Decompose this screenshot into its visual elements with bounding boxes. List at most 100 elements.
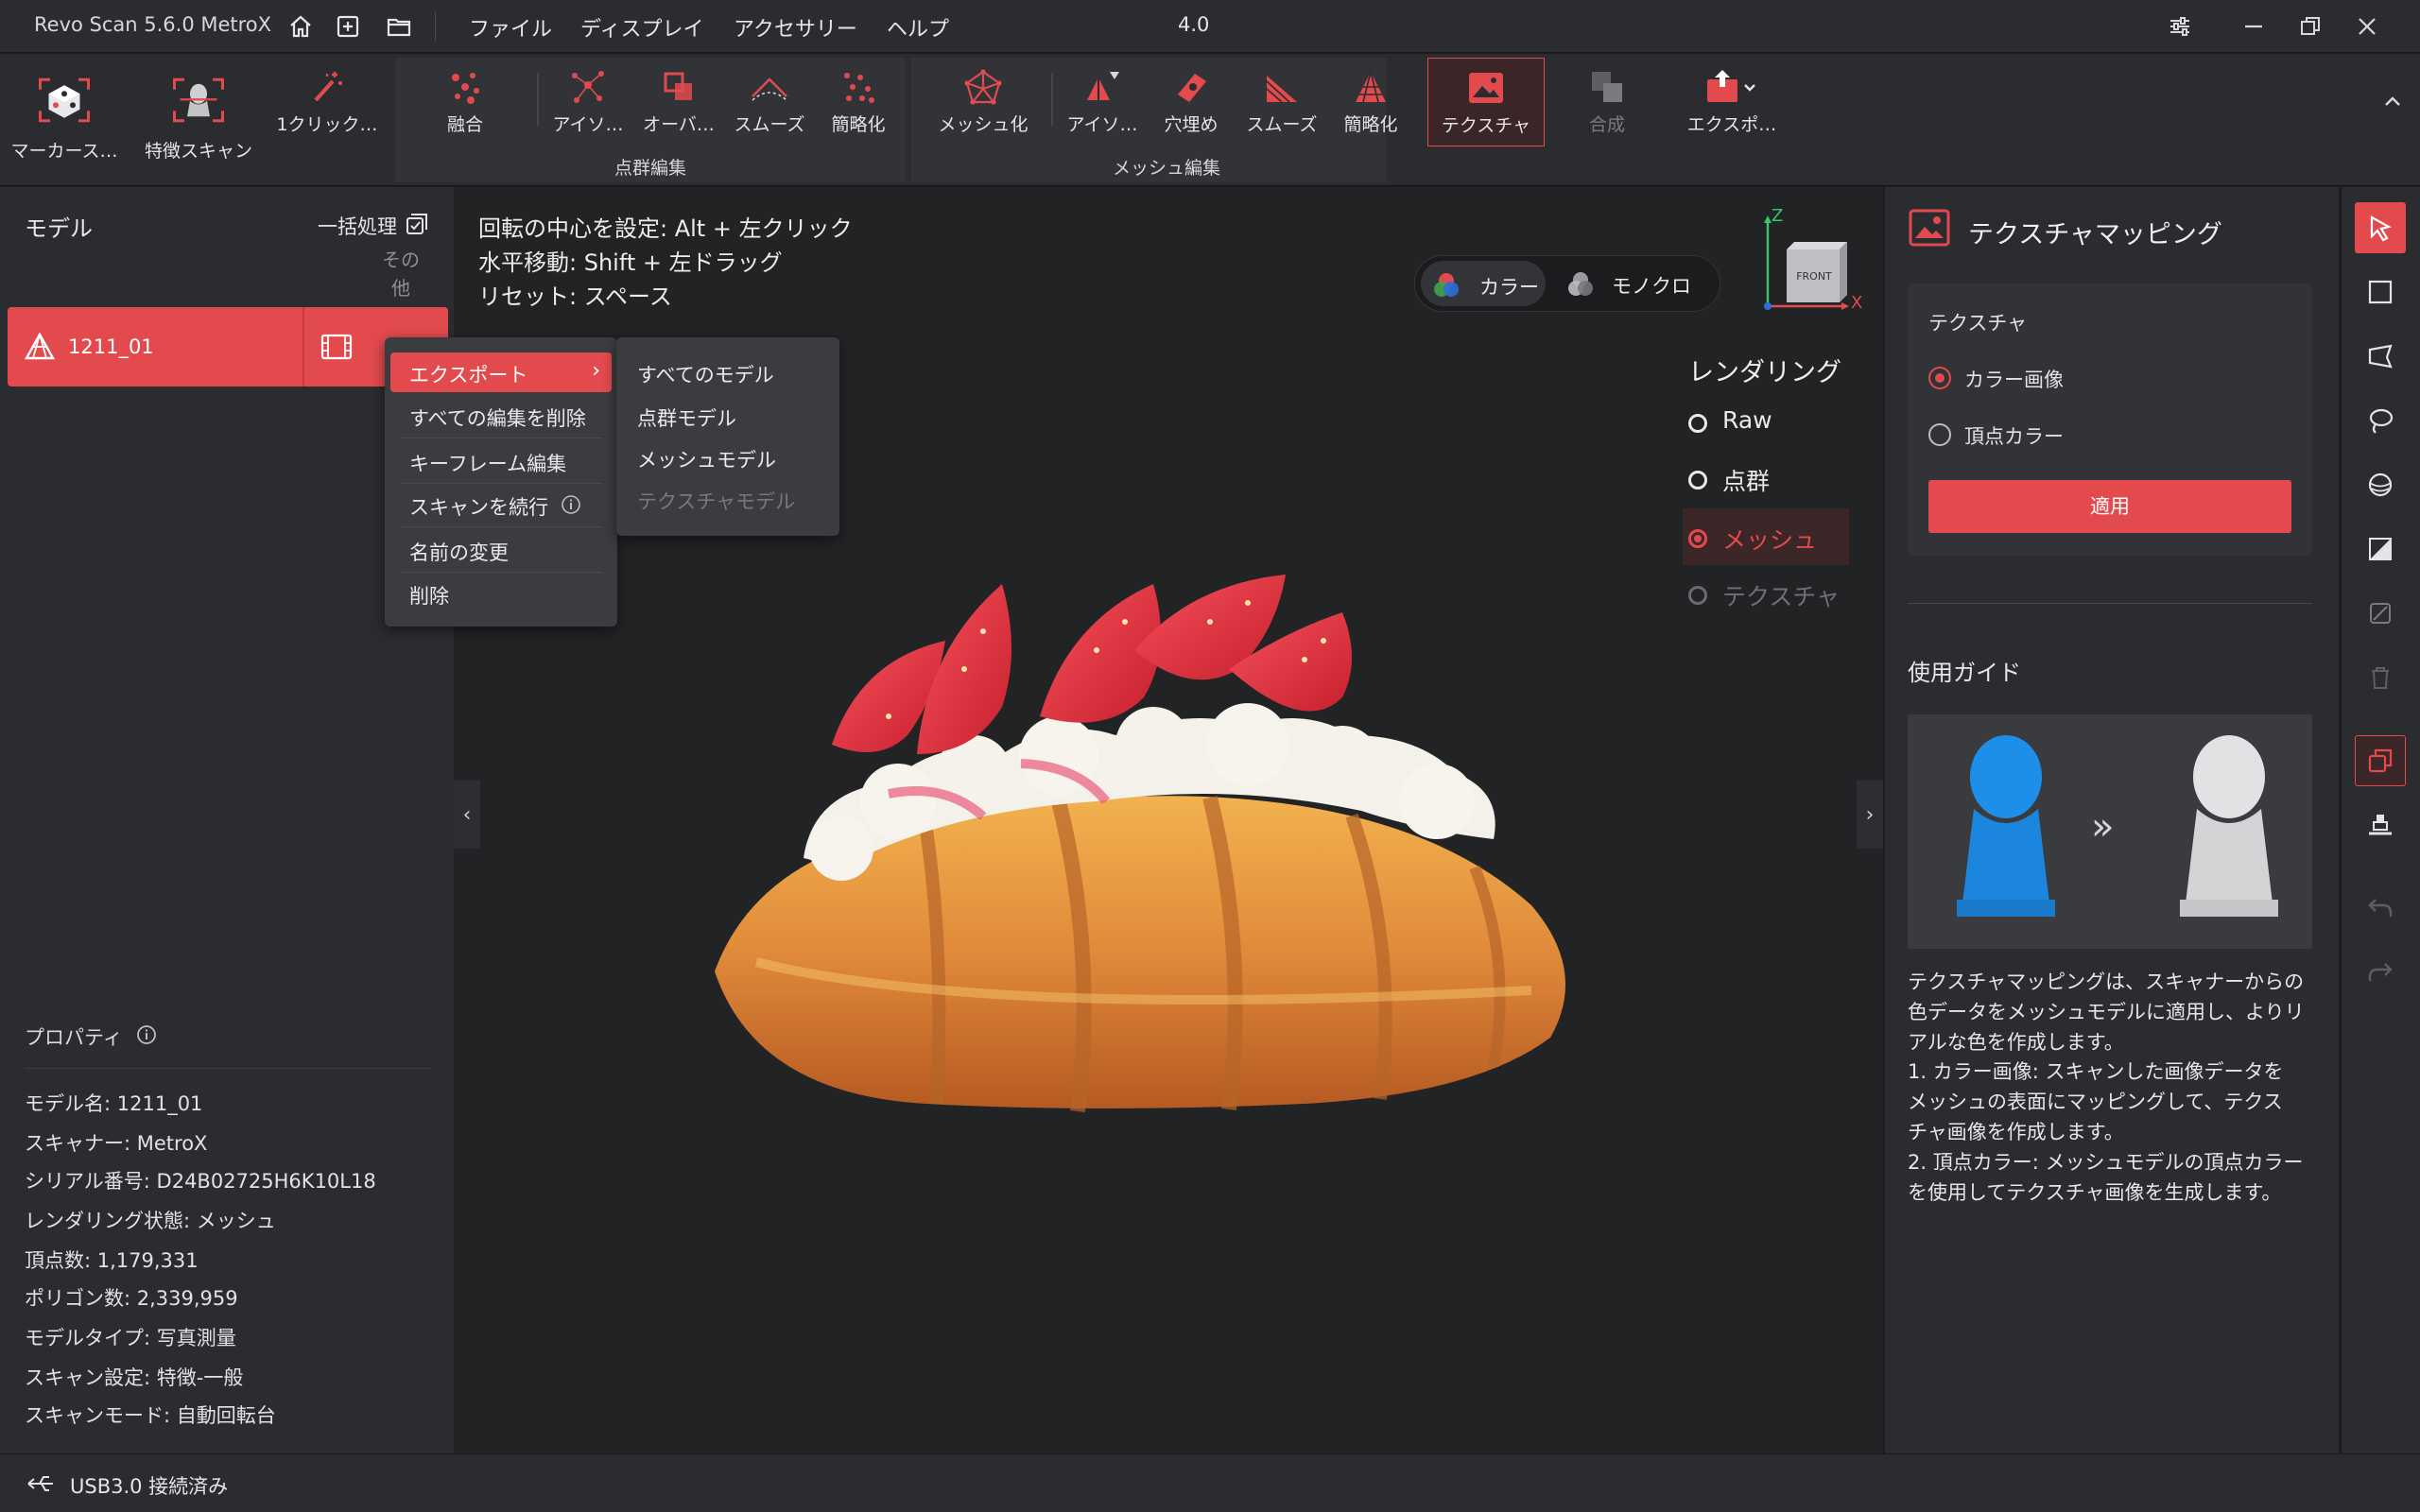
redo-icon[interactable] bbox=[2355, 947, 2406, 998]
right-panel-divider bbox=[1908, 603, 2312, 604]
menu-display[interactable]: ディスプレイ bbox=[580, 12, 703, 43]
radio-texture bbox=[1688, 586, 1707, 605]
mono-mode-label[interactable]: モノクロ bbox=[1612, 271, 1691, 300]
lasso-icon[interactable] bbox=[2355, 395, 2406, 446]
surface-select-icon[interactable] bbox=[2355, 459, 2406, 510]
smooth-icon bbox=[741, 67, 798, 107]
invert-selection-icon[interactable] bbox=[2355, 588, 2406, 639]
apply-button[interactable]: 適用 bbox=[1928, 480, 2291, 533]
radio-raw bbox=[1688, 414, 1707, 433]
export-texture-model[interactable]: テクスチャモデル bbox=[637, 487, 795, 515]
other-menu-button[interactable]: その 他 bbox=[382, 246, 420, 302]
color-mode-button[interactable]: カラー bbox=[1421, 261, 1546, 306]
close-icon[interactable] bbox=[2348, 9, 2386, 43]
open-folder-icon[interactable] bbox=[382, 9, 416, 43]
status-bar: USB3.0 接続済み bbox=[0, 1453, 2420, 1512]
home-icon[interactable] bbox=[284, 9, 318, 43]
prop-model-type: モデルタイプ: 写真測量 bbox=[25, 1327, 236, 1349]
prop-vertices: 頂点数: 1,179,331 bbox=[25, 1249, 199, 1272]
feature-scan-button[interactable]: 特徴スキャン bbox=[134, 54, 263, 186]
keyframe-film-icon[interactable] bbox=[320, 332, 354, 362]
render-texture-label: テクスチャ bbox=[1722, 583, 1841, 610]
rect-select-icon[interactable] bbox=[2355, 266, 2406, 318]
point-cloud-group-label: 点群編集 bbox=[614, 158, 686, 179]
guide-line: を使用してテクスチャ画像を生成します。 bbox=[1908, 1180, 2282, 1204]
ctx-delete[interactable]: 削除 bbox=[390, 574, 612, 613]
hint-reset: リセット: スペース bbox=[478, 284, 672, 310]
render-option-texture[interactable]: テクスチャ bbox=[1683, 565, 1849, 622]
one-click-button[interactable]: 1クリック… bbox=[268, 54, 386, 186]
select-cursor-icon[interactable] bbox=[2355, 202, 2406, 253]
cube-front-label: FRONT bbox=[1796, 270, 1832, 283]
radio-color-image[interactable] bbox=[1928, 367, 1951, 389]
guide-line: アルな色を作成します。 bbox=[1908, 1030, 2124, 1054]
prop-scan-mode: スキャンモード: 自動回転台 bbox=[25, 1404, 276, 1427]
ctx-export[interactable]: エクスポート › bbox=[390, 352, 612, 392]
plane-cut-icon[interactable] bbox=[2355, 524, 2406, 575]
marker-scan-label: マーカース… bbox=[10, 141, 118, 162]
menu-accessory[interactable]: アクセサリー bbox=[734, 12, 857, 43]
export-mesh-model[interactable]: メッシュモデル bbox=[637, 445, 776, 473]
radio-mesh bbox=[1688, 529, 1707, 548]
marker-scan-button[interactable]: マーカース… bbox=[0, 54, 129, 186]
render-option-mesh[interactable]: メッシュ bbox=[1683, 508, 1849, 565]
ctx-divider bbox=[400, 483, 602, 484]
menu-file[interactable]: ファイル bbox=[469, 12, 552, 43]
export-button[interactable]: エクスポ… bbox=[1677, 54, 1787, 186]
turntable-icon[interactable] bbox=[2355, 799, 2406, 850]
prop-scanner: スキャナー: MetroX bbox=[25, 1132, 208, 1155]
menu-help[interactable]: ヘルプ bbox=[887, 12, 949, 43]
mesh-isolate-icon bbox=[1074, 67, 1131, 107]
option-vertex-color-label[interactable]: 頂点カラー bbox=[1964, 421, 2064, 450]
isolate-points-icon bbox=[560, 67, 616, 107]
restore-icon[interactable] bbox=[2291, 9, 2329, 43]
title-divider bbox=[435, 11, 436, 42]
texture-mapping-title: テクスチャマッピング bbox=[1968, 220, 2222, 249]
axis-x-label: X bbox=[1851, 293, 1863, 313]
orientation-cube[interactable]: Z X FRONT bbox=[1751, 206, 1862, 318]
ctx-export-label: エクスポート bbox=[409, 364, 528, 387]
pc-overlap-label: オーバ… bbox=[643, 114, 715, 135]
texture-image-icon bbox=[1908, 208, 1951, 248]
fuse-label: 融合 bbox=[446, 114, 483, 135]
scanned-3d-model[interactable] bbox=[700, 546, 1645, 1132]
texture-button[interactable]: テクスチャ bbox=[1427, 58, 1545, 146]
batch-process-button[interactable]: 一括処理 bbox=[318, 212, 397, 240]
ctx-delete-all-edits[interactable]: すべての編集を削除 bbox=[390, 396, 612, 436]
render-option-points[interactable]: 点群 bbox=[1683, 450, 1849, 507]
info-icon[interactable] bbox=[136, 1024, 157, 1045]
export-all-models[interactable]: すべてのモデル bbox=[637, 360, 774, 388]
texture-section-label: テクスチャ bbox=[1928, 312, 2028, 335]
merge-button[interactable]: 合成 bbox=[1552, 54, 1662, 186]
mesh-simplify-label: 簡略化 bbox=[1343, 114, 1398, 135]
undo-icon[interactable] bbox=[2355, 883, 2406, 934]
lasso-polygon-icon[interactable] bbox=[2355, 331, 2406, 382]
meshing-icon bbox=[955, 67, 1011, 107]
pc-smooth-label: スムーズ bbox=[734, 114, 805, 135]
settings-sliders-icon[interactable] bbox=[2161, 9, 2199, 43]
merge-icon bbox=[1579, 67, 1635, 107]
mono-circles-icon[interactable] bbox=[1566, 271, 1595, 298]
minimize-icon[interactable] bbox=[2235, 9, 2273, 43]
ctx-rename[interactable]: 名前の変更 bbox=[390, 530, 612, 570]
collapse-toolbar-icon[interactable] bbox=[2378, 88, 2407, 116]
copy-view-icon[interactable] bbox=[2355, 735, 2406, 786]
new-project-icon[interactable] bbox=[331, 9, 365, 43]
export-point-cloud-model[interactable]: 点群モデル bbox=[637, 404, 736, 432]
collapse-right-panel-button[interactable]: › bbox=[1857, 781, 1883, 849]
prop-scan-setting: スキャン設定: 特徴-一般 bbox=[25, 1366, 244, 1389]
batch-icon[interactable] bbox=[405, 212, 431, 238]
radio-vertex-color[interactable] bbox=[1928, 423, 1951, 446]
one-click-label: 1クリック… bbox=[276, 114, 378, 135]
ctx-keyframe-edit[interactable]: キーフレーム編集 bbox=[390, 441, 612, 481]
guide-line: 色データをメッシュモデルに適用し、よりリ bbox=[1908, 1000, 2305, 1023]
delete-trash-icon[interactable] bbox=[2355, 652, 2406, 703]
option-color-image-label[interactable]: カラー画像 bbox=[1964, 365, 2064, 393]
model-list-item[interactable]: 1211_01 bbox=[8, 307, 448, 387]
render-option-raw[interactable]: Raw bbox=[1683, 393, 1849, 450]
chevron-right-icon: › bbox=[592, 359, 600, 383]
rgb-circles-icon bbox=[1432, 272, 1461, 299]
collapse-left-panel-button[interactable]: ‹ bbox=[454, 781, 480, 849]
title-bar: Revo Scan 5.6.0 MetroX ファイル ディスプレイ アクセサリ… bbox=[0, 0, 2420, 53]
ctx-continue-scan[interactable]: スキャンを続行 bbox=[390, 485, 612, 524]
